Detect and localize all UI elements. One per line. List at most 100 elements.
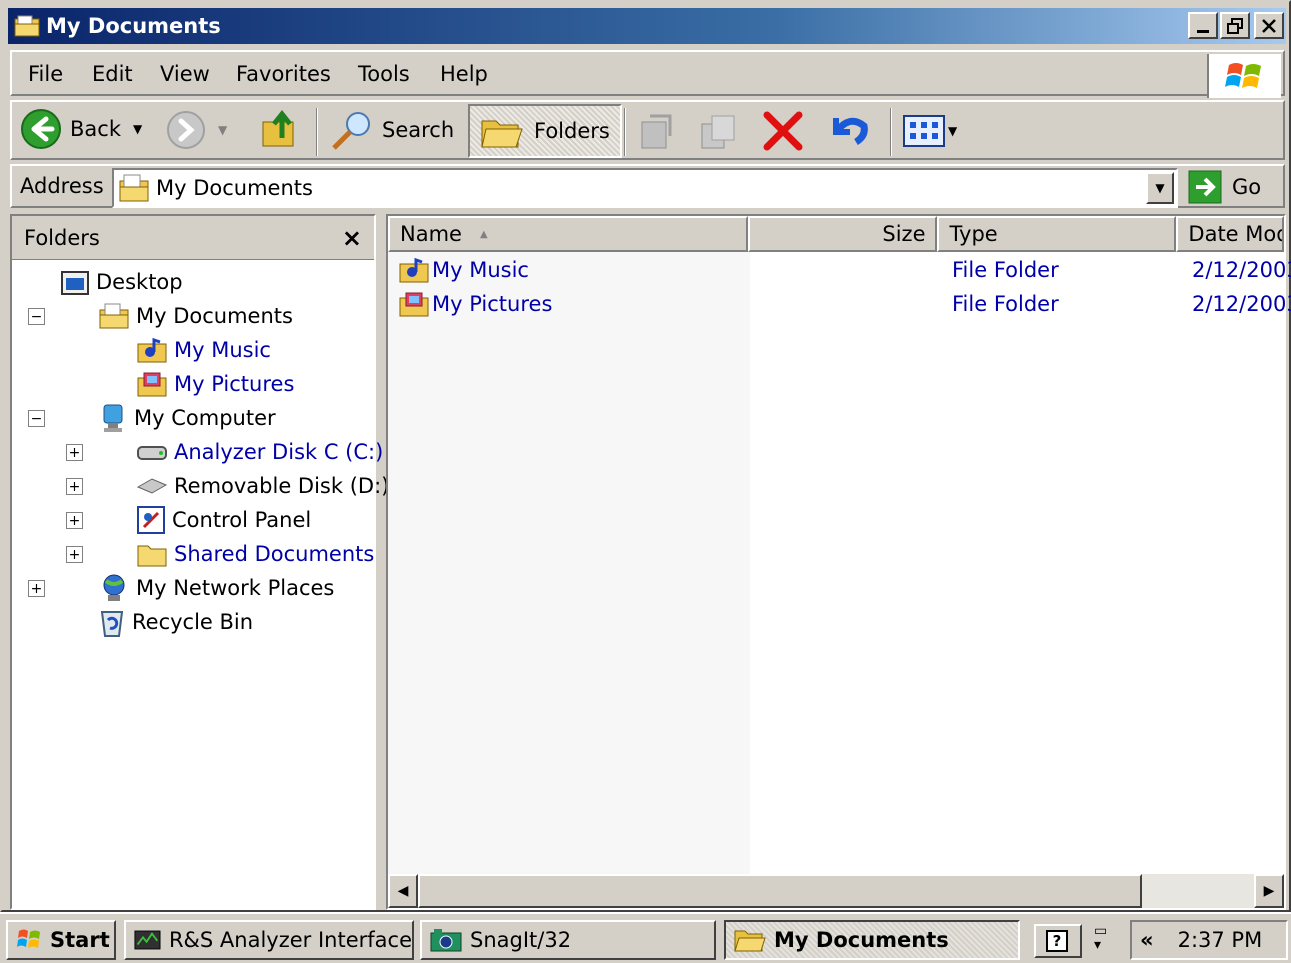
network-icon: [98, 573, 130, 603]
tree-item[interactable]: Control Panel: [136, 504, 311, 536]
item-date: 2/12/2003: [1192, 258, 1291, 282]
folder-icon: [136, 540, 168, 568]
close-pane-icon[interactable]: ×: [342, 224, 362, 252]
search-button[interactable]: Search: [330, 110, 454, 150]
tree-item[interactable]: Recycle Bin: [98, 606, 253, 638]
menu-edit[interactable]: Edit: [92, 62, 133, 86]
column-date-modified[interactable]: Date Mod: [1176, 216, 1284, 252]
forward-button[interactable]: ▼: [166, 110, 227, 150]
removable-disk-icon: [136, 475, 168, 497]
tree-item[interactable]: My Pictures: [136, 368, 294, 400]
forward-dropdown-icon[interactable]: ▼: [218, 123, 227, 137]
back-dropdown-icon[interactable]: ▼: [133, 122, 142, 136]
expand-icon[interactable]: +: [66, 546, 83, 563]
scroll-left-button[interactable]: ◀: [388, 874, 418, 908]
start-label: Start: [50, 928, 110, 952]
scroll-right-button[interactable]: ▶: [1254, 874, 1284, 908]
back-arrow-icon: [21, 109, 61, 149]
back-button[interactable]: Back ▼: [20, 108, 142, 150]
expand-icon[interactable]: +: [66, 478, 83, 495]
expand-icon[interactable]: +: [66, 444, 83, 461]
folder-open-icon: [98, 302, 130, 330]
views-dropdown-icon[interactable]: ▼: [948, 124, 957, 138]
expand-icon[interactable]: +: [66, 512, 83, 529]
minimize-button[interactable]: [1188, 12, 1218, 39]
task-rs-analyzer[interactable]: R&S Analyzer Interface: [124, 920, 414, 960]
delete-button[interactable]: [762, 110, 804, 152]
task-label: R&S Analyzer Interface: [168, 928, 412, 952]
restore-button[interactable]: [1220, 12, 1250, 39]
folders-button[interactable]: Folders: [468, 104, 622, 158]
tree-item[interactable]: Removable Disk (D:): [136, 470, 389, 502]
address-dropdown-button[interactable]: ▼: [1146, 172, 1174, 204]
address-label: Address: [20, 174, 104, 198]
menu-bar: File Edit View Favorites Tools Help: [10, 50, 1285, 98]
tree-item[interactable]: My Music: [136, 334, 271, 366]
menu-file[interactable]: File: [28, 62, 63, 86]
clock[interactable]: 2:37 PM: [1178, 928, 1263, 952]
tree-item-label: Removable Disk (D:): [174, 474, 390, 498]
expand-icon[interactable]: +: [28, 580, 45, 597]
windows-flag-icon: [17, 929, 40, 948]
item-name: My Music: [432, 258, 529, 282]
go-arrow-icon: [1188, 170, 1222, 204]
tree-item[interactable]: My Network Places: [98, 572, 334, 604]
move-to-button[interactable]: [636, 112, 676, 150]
item-type: File Folder: [952, 258, 1059, 282]
undo-button[interactable]: [826, 110, 870, 150]
restore-windows-icon[interactable]: ▭ ▾: [1094, 924, 1107, 952]
hard-disk-icon: [136, 441, 168, 463]
back-label: Back: [70, 117, 121, 141]
computer-icon: [98, 403, 128, 433]
address-field[interactable]: My Documents ▼: [112, 168, 1178, 208]
menu-favorites[interactable]: Favorites: [236, 62, 331, 86]
task-label: SnagIt/32: [470, 928, 572, 952]
horizontal-scrollbar[interactable]: ◀ ▶: [388, 874, 1284, 908]
collapse-icon[interactable]: −: [28, 410, 45, 427]
column-type[interactable]: Type: [937, 216, 1177, 252]
snagit-camera-icon: [430, 929, 462, 952]
recycle-bin-icon: [98, 606, 126, 638]
item-name: My Pictures: [432, 292, 553, 316]
go-button[interactable]: Go: [1188, 170, 1261, 204]
menu-tools[interactable]: Tools: [358, 62, 410, 86]
task-snagit[interactable]: SnagIt/32: [420, 920, 716, 960]
task-my-documents[interactable]: My Documents: [724, 920, 1020, 960]
list-item[interactable]: My Pictures File Folder 2/12/2003: [388, 288, 1291, 322]
taskbar: Start R&S Analyzer Interface SnagIt/32 M…: [0, 912, 1291, 963]
views-button[interactable]: ▼: [902, 112, 957, 150]
column-name[interactable]: Name ▲: [388, 216, 749, 252]
tree-item-label: Analyzer Disk C (C:): [174, 440, 384, 464]
restore-icon: [1227, 17, 1243, 34]
folders-pane-header: Folders ×: [12, 216, 374, 260]
copy-to-button[interactable]: [698, 112, 738, 150]
toolbar-separator: [890, 108, 892, 156]
up-folder-button[interactable]: [260, 108, 302, 150]
copy-to-icon: [701, 115, 735, 149]
tree-item-label: Recycle Bin: [132, 610, 254, 634]
my-documents-icon: [14, 15, 40, 37]
go-label: Go: [1232, 175, 1262, 199]
title-bar[interactable]: My Documents: [8, 8, 1286, 44]
list-item[interactable]: My Music File Folder 2/12/2003: [388, 254, 1291, 288]
tree-item[interactable]: My Documents: [98, 300, 293, 332]
item-date: 2/12/2003: [1192, 292, 1291, 316]
tree-item[interactable]: Desktop: [60, 266, 183, 298]
tray-expand-icon[interactable]: «: [1140, 928, 1154, 952]
tree-item[interactable]: Shared Documents: [136, 538, 374, 570]
tree-item[interactable]: Analyzer Disk C (C:): [136, 436, 383, 468]
close-button[interactable]: [1254, 12, 1284, 39]
toolbar-separator: [624, 108, 626, 156]
move-to-icon: [641, 114, 672, 149]
window-title: My Documents: [46, 14, 221, 38]
search-label: Search: [382, 118, 455, 142]
collapse-icon[interactable]: −: [28, 308, 45, 325]
help-tray-button[interactable]: ?: [1034, 924, 1082, 958]
tree-item[interactable]: My Computer: [98, 402, 276, 434]
menu-view[interactable]: View: [160, 62, 210, 86]
menu-help[interactable]: Help: [440, 62, 488, 86]
scroll-thumb[interactable]: [418, 874, 1142, 908]
analyzer-app-icon: [134, 930, 161, 950]
start-button[interactable]: Start: [6, 920, 116, 960]
column-size[interactable]: Size: [748, 216, 938, 252]
